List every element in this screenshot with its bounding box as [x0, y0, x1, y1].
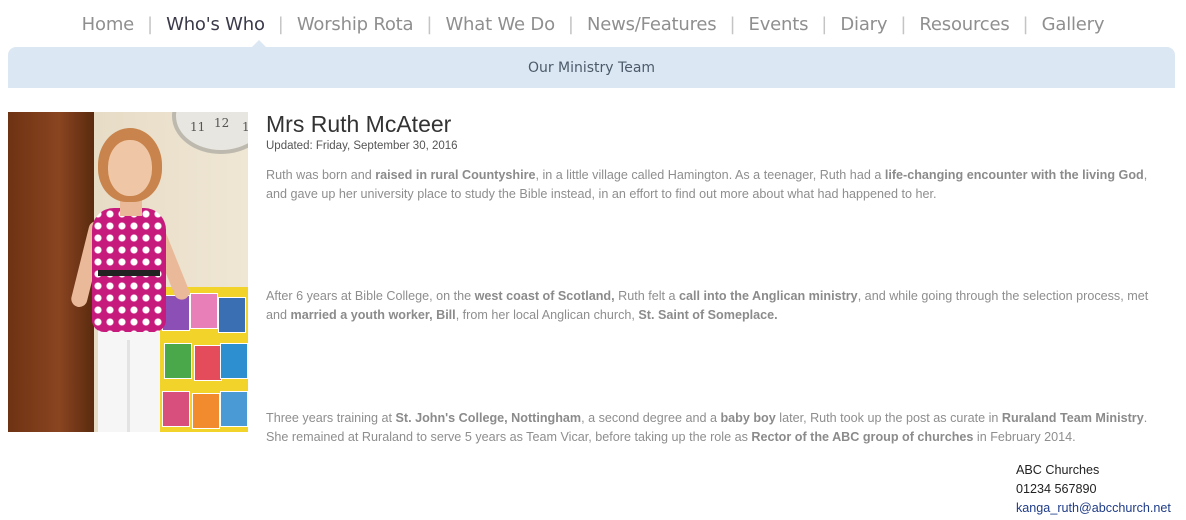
- nav-item-resources[interactable]: Resources: [906, 14, 1022, 35]
- main-nav: Home | Who's Who | Worship Rota | What We Do | N…: [0, 0, 1186, 48]
- photo-bookshelf: [158, 287, 248, 432]
- nav-item-events[interactable]: Events: [736, 14, 822, 35]
- contact-block: ABC Churches 01234 567890 kanga_ruth@abc…: [1016, 461, 1171, 518]
- bio-text: , in a little village called Hamington. …: [535, 168, 885, 182]
- photo-belt: [98, 270, 160, 276]
- bio-text: After 6 years at Bible College, on the: [266, 289, 475, 303]
- active-tab-notch: [252, 40, 266, 47]
- bio-text: in February 2014.: [973, 430, 1076, 444]
- bio-emphasis: St. Saint of Someplace.: [638, 308, 778, 322]
- sub-nav-bar: Our Ministry Team: [8, 40, 1175, 88]
- contact-phone: 01234 567890: [1016, 482, 1097, 496]
- nav-item-diary[interactable]: Diary: [827, 14, 900, 35]
- contact-email-link[interactable]: kanga_ruth@abcchurch.net: [1016, 501, 1171, 515]
- nav-item-what-we-do[interactable]: What We Do: [432, 14, 567, 35]
- photo-book: [220, 391, 248, 427]
- profile-photo: 12 11 1: [8, 112, 248, 432]
- bio-emphasis: St. John's College, Nottingham: [395, 411, 582, 425]
- contact-org: ABC Churches: [1016, 463, 1100, 477]
- photo-book: [162, 295, 190, 331]
- nav-item-news-features[interactable]: News/Features: [574, 14, 730, 35]
- clock-number: 11: [190, 120, 206, 134]
- photo-book: [218, 297, 246, 333]
- bio-text: , from her local Anglican church,: [455, 308, 639, 322]
- bio-emphasis: call into the Anglican ministry: [679, 289, 858, 303]
- updated-date: Updated: Friday, September 30, 2016: [266, 140, 458, 152]
- subnav-link-ministry-team[interactable]: Our Ministry Team: [528, 60, 655, 76]
- bio-text: Three years training at: [266, 411, 396, 425]
- photo-book: [220, 343, 248, 379]
- bio-emphasis: married a youth worker, Bill: [290, 308, 456, 322]
- bio-emphasis: Ruraland Team Ministry: [1001, 411, 1144, 425]
- bio-text: Ruth was born and: [266, 168, 376, 182]
- main-nav-list: Home | Who's Who | Worship Rota | What We Do | N…: [69, 14, 1118, 35]
- bio-emphasis: raised in rural Countyshire: [375, 168, 536, 182]
- bio-text: later, Ruth took up the post as curate i…: [775, 411, 1002, 425]
- bio-emphasis: Rector of the ABC group of churches: [751, 430, 974, 444]
- bio-emphasis: west coast of Scotland,: [474, 289, 615, 303]
- bio-text: , a second degree and a: [581, 411, 721, 425]
- photo-clock: 12 11 1: [172, 112, 248, 154]
- bio-emphasis: baby boy: [720, 411, 776, 425]
- bio-text: Ruth felt a: [614, 289, 679, 303]
- bio-paragraph: Ruth was born and raised in rural County…: [266, 166, 1171, 204]
- photo-book: [194, 345, 222, 381]
- nav-item-home[interactable]: Home: [69, 14, 147, 35]
- bio-paragraph: After 6 years at Bible College, on the w…: [266, 287, 1171, 325]
- photo-book: [164, 343, 192, 379]
- photo-book: [190, 293, 218, 329]
- nav-item-worship-rota[interactable]: Worship Rota: [284, 14, 427, 35]
- photo-trousers: [98, 330, 160, 432]
- bio-emphasis: life-changing encounter with the living …: [884, 168, 1144, 182]
- bio-paragraph: Three years training at St. John's Colle…: [266, 409, 1171, 447]
- clock-number: 12: [214, 116, 230, 130]
- photo-face: [108, 140, 152, 196]
- profile-title: Mrs Ruth McAteer: [266, 111, 452, 137]
- photo-book: [192, 393, 220, 429]
- clock-number: 1: [242, 120, 248, 134]
- nav-item-gallery[interactable]: Gallery: [1029, 14, 1118, 35]
- photo-book: [162, 391, 190, 427]
- nav-item-who-s-who[interactable]: Who's Who: [153, 14, 278, 35]
